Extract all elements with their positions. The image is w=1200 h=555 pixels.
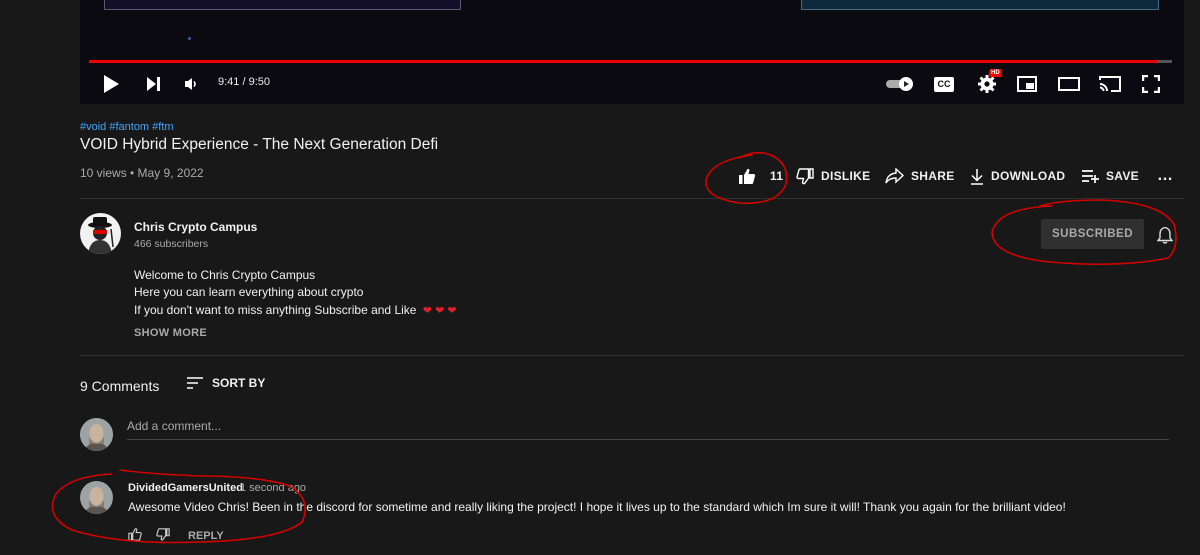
fullscreen-icon (1142, 75, 1160, 93)
theater-icon (1058, 77, 1080, 91)
save-button[interactable]: SAVE (1081, 166, 1139, 186)
bell-icon (1156, 226, 1174, 244)
subscribe-button[interactable]: SUBSCRIBED (1041, 219, 1144, 249)
subscriber-count: 466 subscribers (134, 238, 209, 250)
video-meta: 10 views • May 9, 2022 (80, 166, 204, 180)
next-button[interactable] (142, 72, 164, 96)
comment-timestamp[interactable]: 1 second ago (240, 482, 306, 494)
dislike-label: DISLIKE (821, 169, 871, 183)
share-button[interactable]: SHARE (885, 166, 955, 186)
thumbs-down-icon (156, 528, 170, 541)
sort-by-button[interactable]: SORT BY (186, 376, 265, 390)
thumbs-down-icon (796, 167, 814, 184)
miniplayer-icon (1017, 76, 1037, 92)
progress-bar-fill (89, 60, 1157, 63)
description-line: Welcome to Chris Crypto Campus (134, 268, 316, 282)
play-button[interactable] (100, 72, 122, 96)
comment-dislike-button[interactable] (156, 528, 170, 544)
commenter-avatar[interactable] (80, 481, 113, 514)
channel-avatar-image (88, 217, 114, 254)
sort-label: SORT BY (212, 376, 266, 390)
thumbs-up-icon (128, 528, 142, 541)
fullscreen-button[interactable] (1140, 72, 1162, 96)
hearts-emoji: ❤ ❤ ❤ (422, 305, 457, 317)
show-more-button[interactable]: SHOW MORE (134, 327, 207, 339)
user-avatar (80, 418, 113, 451)
thumbs-up-icon (739, 168, 756, 184)
autoplay-toggle[interactable] (884, 72, 916, 96)
user-avatar-image (80, 418, 113, 451)
download-label: DOWNLOAD (991, 169, 1066, 183)
volume-button[interactable] (182, 72, 202, 96)
share-icon (885, 168, 904, 184)
settings-icon (978, 75, 996, 93)
video-title: VOID Hybrid Experience - The Next Genera… (80, 136, 439, 153)
like-button[interactable]: 11 (738, 166, 783, 186)
progress-bar[interactable] (89, 60, 1172, 63)
time-display: 9:41 / 9:50 (218, 76, 270, 88)
captions-button[interactable]: CC (933, 72, 955, 96)
download-icon (971, 168, 983, 185)
description-text: If you don't want to miss anything Subsc… (134, 303, 417, 317)
playlist-add-icon (1082, 170, 1099, 183)
description-line: If you don't want to miss anything Subsc… (134, 303, 457, 317)
play-icon (104, 75, 119, 93)
video-hashtags[interactable]: #void #fantom #ftm (80, 121, 174, 133)
divider (80, 355, 1184, 356)
cast-button[interactable] (1098, 72, 1122, 96)
reply-button[interactable]: REPLY (188, 530, 224, 542)
channel-name[interactable]: Chris Crypto Campus (134, 220, 257, 234)
notification-bell-button[interactable] (1156, 226, 1174, 249)
add-comment-input[interactable]: Add a comment... (127, 419, 221, 433)
captions-icon: CC (934, 76, 954, 92)
hd-badge: HD (989, 69, 1002, 77)
comment-input-underline (127, 439, 1169, 440)
like-count: 11 (770, 169, 784, 183)
comments-count: 9 Comments (80, 378, 160, 394)
video-frame-dot (188, 37, 191, 40)
volume-icon (185, 78, 196, 90)
next-icon (147, 77, 160, 91)
cast-icon (1099, 76, 1121, 92)
miniplayer-button[interactable] (1016, 72, 1038, 96)
save-label: SAVE (1106, 169, 1139, 183)
channel-avatar[interactable] (80, 213, 121, 254)
description-line: Here you can learn everything about cryp… (134, 285, 364, 299)
theater-mode-button[interactable] (1057, 72, 1081, 96)
settings-button[interactable]: HD (975, 69, 1002, 96)
download-button[interactable]: DOWNLOAD (970, 166, 1065, 186)
more-icon: … (1157, 167, 1174, 184)
comment-like-button[interactable] (128, 528, 142, 544)
more-actions-button[interactable]: … (1157, 166, 1173, 186)
video-frame-left-panel (104, 0, 461, 10)
sort-icon (187, 377, 203, 389)
autoplay-toggle-icon (886, 77, 913, 91)
comment-actions: REPLY (128, 528, 224, 544)
video-player[interactable]: 9:41 / 9:50 CC HD (80, 0, 1184, 104)
comment-author[interactable]: DividedGamersUnited (128, 482, 243, 494)
comment-text: Awesome Video Chris! Been in the discord… (128, 500, 1066, 514)
commenter-avatar-image (80, 481, 113, 514)
video-frame-right-panel (801, 0, 1159, 10)
dislike-button[interactable]: DISLIKE (796, 166, 870, 186)
share-label: SHARE (911, 169, 955, 183)
divider (80, 198, 1184, 199)
